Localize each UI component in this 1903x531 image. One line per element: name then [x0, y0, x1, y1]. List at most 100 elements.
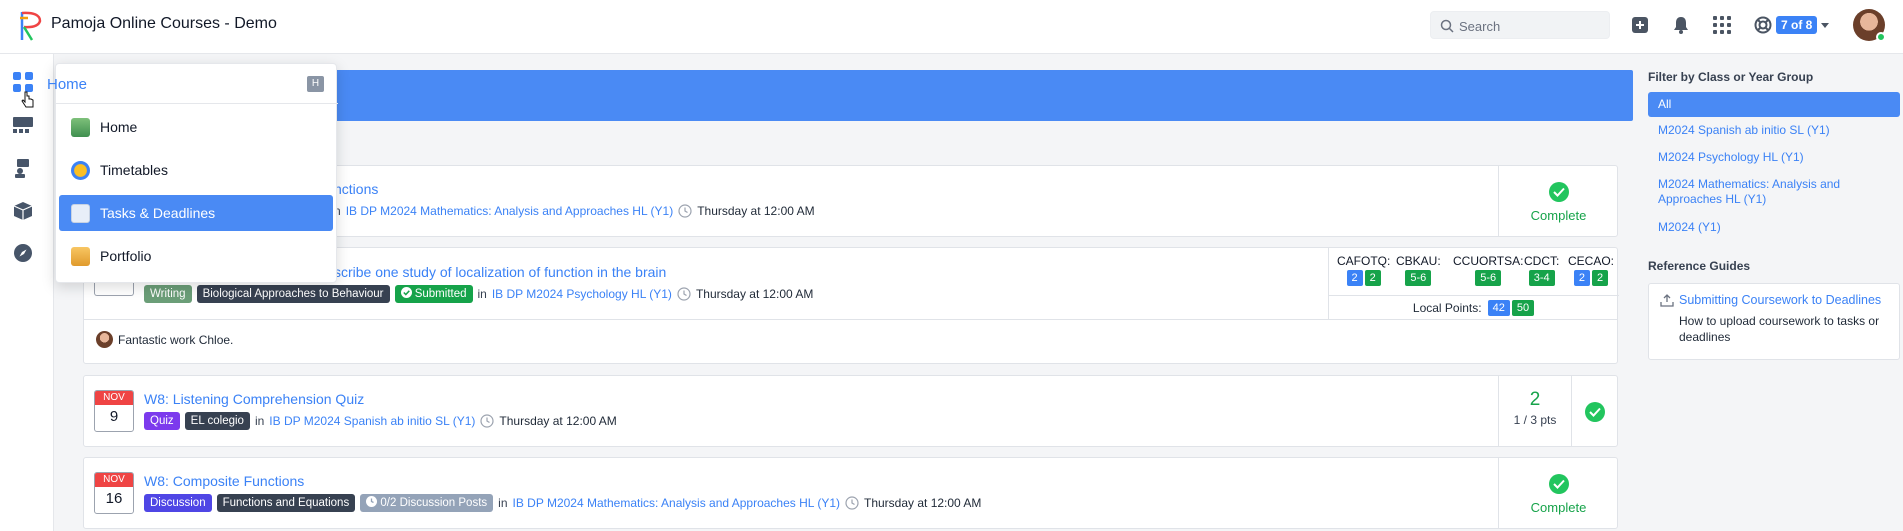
add-button[interactable]: [1629, 14, 1651, 36]
apps-button[interactable]: [1711, 14, 1733, 36]
course-link[interactable]: IB DP M2024 Spanish ab initio SL (Y1): [269, 414, 475, 428]
menu-item-timetables[interactable]: Timetables: [59, 152, 333, 188]
discussion-posts-label: 0/2 Discussion Posts: [380, 497, 488, 509]
score-detail: 1 / 3 pts: [1513, 413, 1557, 427]
clock-icon: [845, 496, 859, 510]
date-day: 9: [109, 408, 119, 425]
task-title[interactable]: W8: Composite Functions: [144, 473, 304, 489]
task-meta: Quiz EL colegio in IB DP M2024 Spanish a…: [144, 412, 617, 430]
criterion-d: CDCT: 3-4: [1524, 254, 1559, 286]
task-meta: Discussion Functions and Equations 0/2 D…: [144, 494, 981, 512]
submitted-label: Submitted: [414, 288, 467, 300]
criterion-e: CECAO: 22: [1568, 254, 1614, 286]
in-label: in: [254, 414, 265, 428]
due-time: Thursday at 12:00 AM: [499, 414, 617, 428]
plus-square-icon: [1632, 17, 1648, 33]
task-title[interactable]: scribe one study of localization of func…: [334, 264, 666, 280]
dropdown-title[interactable]: Home: [47, 76, 87, 93]
in-label: in: [498, 496, 508, 510]
guides-heading: Reference Guides: [1648, 259, 1751, 273]
right-sidebar: Filter by Class or Year Group All M2024 …: [1634, 54, 1903, 531]
local-points: Local Points: 42 50: [1329, 295, 1619, 319]
rail-explore[interactable]: [11, 241, 35, 265]
criterion-label: CAFOTQ:: [1337, 254, 1391, 268]
criterion-score: 3-4: [1528, 270, 1555, 286]
divider: [84, 319, 1617, 320]
check-icon: [1548, 182, 1569, 202]
criterion-label: CDCT:: [1524, 254, 1560, 268]
app-logo-icon[interactable]: [18, 10, 44, 42]
filter-spanish[interactable]: M2024 Spanish ab initio SL (Y1): [1648, 118, 1900, 143]
menu-item-label: Portfolio: [100, 248, 152, 264]
date-month: NOV: [95, 391, 133, 405]
tag-unit: Functions and Equations: [216, 494, 356, 512]
guide-description: How to upload coursework to tasks or dea…: [1679, 314, 1880, 344]
tag-unit: Biological Approaches to Behaviour: [196, 285, 390, 303]
user-avatar[interactable]: [1853, 9, 1886, 42]
criterion-label: CCUORTSA:: [1453, 254, 1524, 268]
portfolio-icon: [71, 246, 90, 266]
search-icon: [1440, 19, 1454, 33]
rail-classes[interactable]: [11, 113, 35, 137]
mouse-pointer-icon: [21, 91, 35, 112]
status-complete: Complete: [1530, 208, 1587, 223]
left-rail: [0, 54, 54, 531]
course-link[interactable]: IB DP M2024 Mathematics: Analysis and Ap…: [346, 204, 674, 218]
app-title: Pamoja Online Courses - Demo: [51, 15, 277, 32]
task-title[interactable]: W8: Listening Comprehension Quiz: [144, 391, 364, 407]
compass-icon: [14, 244, 32, 262]
search-box[interactable]: [1430, 11, 1610, 39]
check-icon: [1548, 474, 1569, 494]
filter-all[interactable]: All: [1648, 92, 1900, 117]
criterion-score: 2: [1573, 270, 1590, 286]
criterion-b: CBKAU: 5-6: [1396, 254, 1441, 286]
menu-item-tasks[interactable]: Tasks & Deadlines: [59, 195, 333, 231]
rail-resources[interactable]: [11, 199, 35, 223]
course-link[interactable]: IB DP M2024 Psychology HL (Y1): [492, 287, 672, 301]
status-complete: Complete: [1530, 500, 1587, 515]
criterion-label: CECAO:: [1568, 254, 1615, 268]
box-icon: [13, 202, 33, 220]
task-meta: Writing Biological Approaches to Behavio…: [144, 285, 813, 303]
counter-pill: 7 of 8: [1776, 16, 1818, 34]
criterion-a: CAFOTQ: 22: [1337, 254, 1390, 286]
lifebuoy-icon: [1754, 16, 1772, 34]
notifications-button[interactable]: [1670, 14, 1692, 36]
caret-down-icon: [1821, 22, 1830, 28]
reference-guide-card[interactable]: Submitting Coursework to Deadlines How t…: [1648, 283, 1900, 360]
classroom-icon: [13, 117, 33, 133]
filter-year[interactable]: M2024 (Y1): [1648, 215, 1900, 240]
criterion-score: 5-6: [1405, 270, 1432, 286]
local-points-value: 42: [1487, 299, 1510, 316]
filter-mathematics[interactable]: M2024 Mathematics: Analysis and Approach…: [1648, 172, 1900, 212]
shortcut-key: H: [307, 76, 324, 92]
task-card: NOV 16 W8: Composite Functions Discussio…: [83, 457, 1618, 529]
local-points-max: 50: [1511, 299, 1535, 316]
tag-discussion: Discussion: [144, 494, 212, 512]
check-icon: [1585, 402, 1605, 422]
support-counter[interactable]: 7 of 8: [1754, 14, 1830, 36]
filter-psychology[interactable]: M2024 Psychology HL (Y1): [1648, 145, 1900, 170]
criteria-panel: CAFOTQ: 22 CBKAU: 5-6 CCUORTSA: 5-6 CDCT…: [1328, 248, 1619, 319]
tasks-icon: [71, 203, 90, 223]
due-time: Thursday at 12:00 AM: [697, 204, 815, 218]
grid-icon: [1713, 16, 1731, 34]
rail-people[interactable]: [11, 156, 35, 180]
criterion-score: 2: [1346, 270, 1363, 286]
course-link[interactable]: IB DP M2024 Mathematics: Analysis and Ap…: [513, 496, 841, 510]
dropdown-header[interactable]: Home H: [47, 64, 338, 104]
comment-text: Fantastic work Chloe.: [118, 332, 234, 347]
task-title[interactable]: nctions: [334, 181, 378, 197]
check-column: [1571, 376, 1618, 446]
menu-item-label: Tasks & Deadlines: [100, 205, 216, 221]
score-value: 2: [1529, 389, 1541, 410]
search-input[interactable]: [1459, 16, 1599, 36]
menu-item-portfolio[interactable]: Portfolio: [59, 238, 333, 274]
date-day: 16: [105, 490, 123, 507]
menu-item-home[interactable]: Home: [59, 109, 333, 145]
tag-discussion-posts: 0/2 Discussion Posts: [360, 494, 494, 512]
date-month: NOV: [95, 473, 133, 487]
guide-title[interactable]: Submitting Coursework to Deadlines: [1679, 293, 1881, 307]
home-icon: [71, 117, 90, 137]
menu-item-label: Home: [100, 119, 138, 135]
